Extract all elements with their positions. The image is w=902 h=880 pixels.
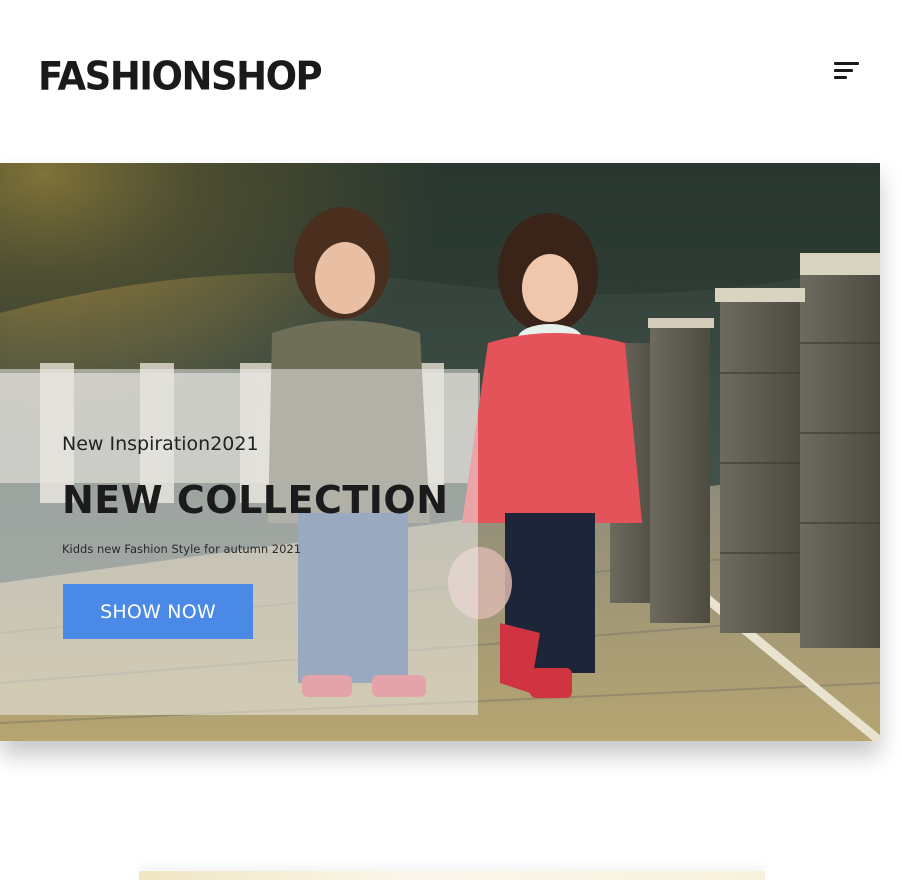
show-now-button[interactable]: SHOW NOW bbox=[63, 584, 253, 639]
hero-kicker: New Inspiration2021 bbox=[62, 433, 259, 455]
next-section-banner-edge bbox=[139, 871, 765, 880]
hero-subline: Kidds new Fashion Style for autumn 2021 bbox=[62, 542, 302, 556]
site-logo[interactable]: FASHIONSHOP bbox=[38, 54, 323, 100]
hamburger-menu-icon[interactable] bbox=[826, 56, 866, 86]
hero-headline: NEW COLLECTION bbox=[62, 478, 449, 522]
hero-banner: New Inspiration2021 NEW COLLECTION Kidds… bbox=[0, 163, 880, 741]
